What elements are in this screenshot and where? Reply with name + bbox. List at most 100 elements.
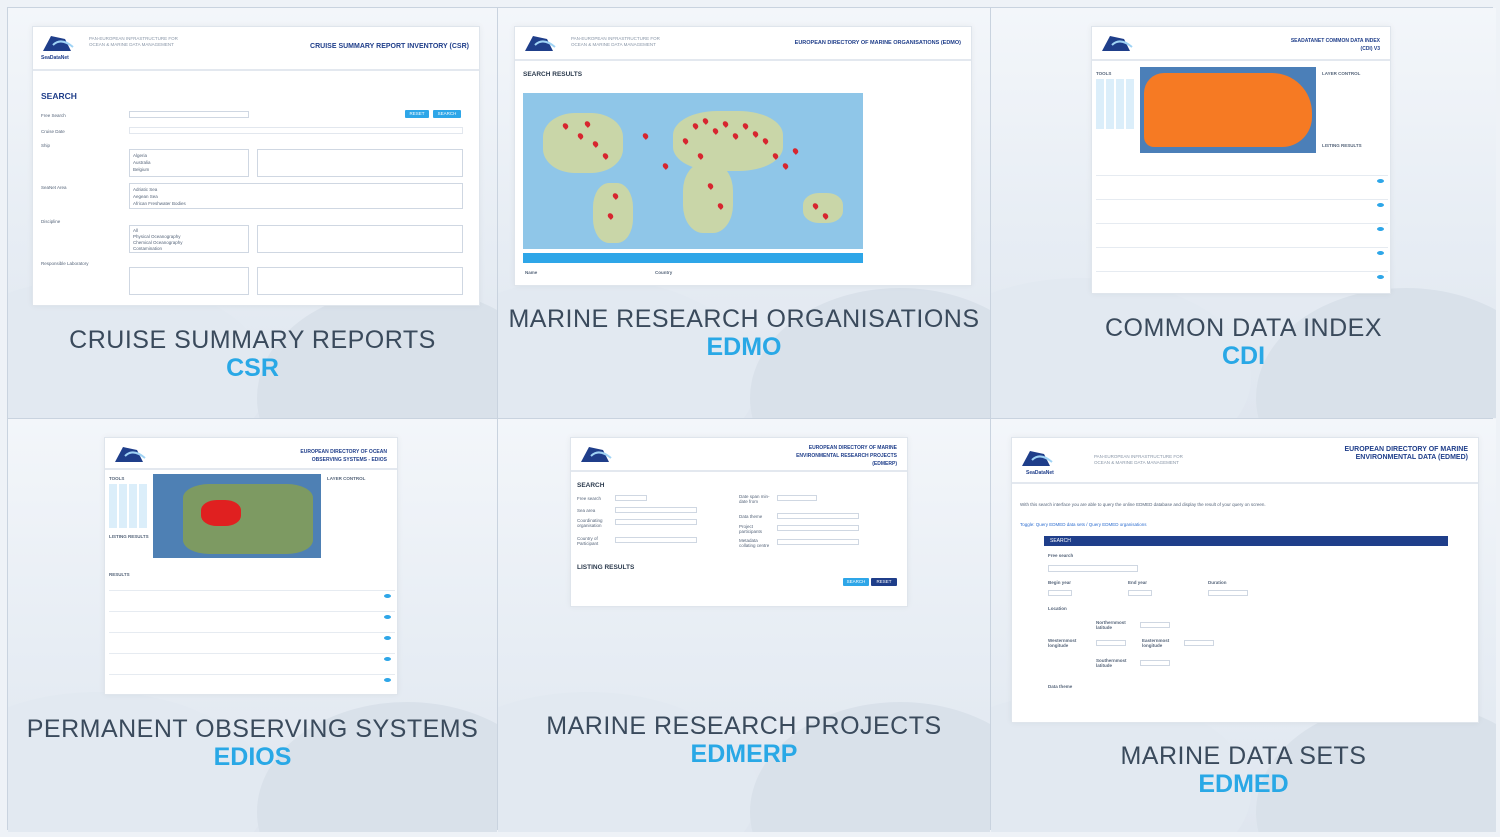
- edmo-screenshot: PAN-EUROPEAN INFRASTRUCTURE FOR OCEAN & …: [514, 26, 972, 286]
- tile-edmerp[interactable]: EUROPEAN DIRECTORY OF MARINE ENVIRONMENT…: [498, 419, 990, 832]
- edmerp-participants-select[interactable]: [777, 525, 859, 531]
- area-option[interactable]: African Freshwater Bodies: [133, 201, 186, 206]
- edmed-begin-year-select[interactable]: [1048, 590, 1072, 596]
- area-option[interactable]: Adriatic Sea: [133, 187, 157, 192]
- cdi-data-map[interactable]: [1140, 67, 1316, 153]
- edmed-search-bar: SEARCH: [1044, 536, 1448, 546]
- edios-europe-map[interactable]: [153, 474, 321, 558]
- cdi-layer-control-label: LAYER CONTROL: [1322, 71, 1361, 76]
- edmed-free-search-input[interactable]: [1048, 565, 1138, 572]
- edmed-data-theme-label: Data theme: [1048, 684, 1073, 689]
- csr-search-button[interactable]: SEARCH: [433, 110, 461, 118]
- edmo-name-column: Name: [525, 270, 538, 275]
- tile-csr[interactable]: SeaDataNet PAN-EUROPEAN INFRASTRUCTURE F…: [8, 8, 497, 418]
- cdi-tools-grid[interactable]: [1096, 79, 1136, 129]
- table-row[interactable]: [109, 674, 395, 675]
- csr-area-list[interactable]: Adriatic Sea Aegean Sea African Freshwat…: [129, 183, 463, 209]
- country-option[interactable]: Australia: [133, 160, 151, 165]
- tile-cdi[interactable]: SEADATANET COMMON DATA INDEX (CDI) V3 TO…: [991, 8, 1496, 418]
- view-eye-icon[interactable]: [384, 594, 391, 598]
- edmerp-centre-select[interactable]: [777, 539, 859, 545]
- tile-code[interactable]: CSR: [8, 354, 497, 382]
- tile-title: MARINE RESEARCH PROJECTS: [546, 712, 942, 740]
- edmerp-coord-org-select[interactable]: [615, 519, 697, 525]
- tile-code[interactable]: EDMO: [498, 333, 990, 361]
- table-row[interactable]: [109, 632, 395, 633]
- edmed-end-year-select[interactable]: [1128, 590, 1152, 596]
- view-eye-icon[interactable]: [1377, 275, 1384, 279]
- map-pin-icon[interactable]: [781, 162, 790, 170]
- edios-layer-control-label: LAYER CONTROL: [327, 476, 366, 481]
- edmed-north-input[interactable]: [1140, 622, 1170, 628]
- tile-code[interactable]: EDMERP: [498, 740, 990, 768]
- group-option[interactable]: Physical Oceanography: [133, 234, 181, 239]
- table-row[interactable]: [1096, 247, 1388, 248]
- tile-code[interactable]: EDIOS: [8, 743, 497, 771]
- edios-page-title: EUROPEAN DIRECTORY OF OCEAN OBSERVING SY…: [300, 449, 387, 463]
- edmerp-listing-heading: LISTING RESULTS: [577, 564, 635, 571]
- view-eye-icon[interactable]: [1377, 251, 1384, 255]
- country-option[interactable]: Algeria: [133, 153, 147, 158]
- map-pin-icon[interactable]: [791, 147, 800, 155]
- cdi-results-table: [1096, 167, 1388, 291]
- edmerp-sea-area-select[interactable]: [615, 507, 697, 513]
- table-row[interactable]: [109, 590, 395, 591]
- edmerp-theme-select[interactable]: [777, 513, 859, 519]
- csr-datatype-list[interactable]: [257, 225, 463, 253]
- view-eye-icon[interactable]: [384, 615, 391, 619]
- edmerp-date-input[interactable]: [777, 495, 817, 501]
- table-row[interactable]: [1096, 223, 1388, 224]
- edmo-header: PAN-EUROPEAN INFRASTRUCTURE FOR OCEAN & …: [515, 27, 971, 61]
- view-eye-icon[interactable]: [384, 678, 391, 682]
- view-eye-icon[interactable]: [1377, 227, 1384, 231]
- edmo-country-column: Country: [655, 270, 673, 275]
- edios-tools-grid[interactable]: [109, 484, 149, 528]
- table-row[interactable]: [109, 611, 395, 612]
- edmo-result-bar[interactable]: [523, 253, 863, 263]
- view-eye-icon[interactable]: [384, 636, 391, 640]
- tile-edmo[interactable]: PAN-EUROPEAN INFRASTRUCTURE FOR OCEAN & …: [498, 8, 990, 418]
- edmed-north-label: Northernmost latitude: [1096, 620, 1126, 630]
- table-row[interactable]: [1096, 175, 1388, 176]
- edmed-east-input[interactable]: [1184, 640, 1214, 646]
- table-row[interactable]: [1096, 271, 1388, 272]
- edmerp-free-search-input[interactable]: [615, 495, 647, 501]
- csr-lab-label: Responsible Laboratory: [41, 261, 89, 266]
- edmed-duration-select[interactable]: [1208, 590, 1248, 596]
- csr-ship-list[interactable]: [257, 149, 463, 177]
- table-row[interactable]: [109, 653, 395, 654]
- country-option[interactable]: Belgium: [133, 167, 149, 172]
- seadatanet-logo-icon: [581, 447, 612, 462]
- csr-group-list[interactable]: All Physical Oceanography Chemical Ocean…: [129, 225, 249, 253]
- map-pin-icon[interactable]: [661, 162, 670, 170]
- csr-institute-list[interactable]: [257, 267, 463, 295]
- edmed-intro-text: With this search interface you are able …: [1020, 502, 1266, 507]
- edmerp-reset-button[interactable]: RESET: [871, 578, 897, 586]
- edmed-west-input[interactable]: [1096, 640, 1126, 646]
- area-option[interactable]: Aegean Sea: [133, 194, 158, 199]
- edmerp-search-button[interactable]: SEARCH: [843, 578, 869, 586]
- csr-lab-country-list[interactable]: [129, 267, 249, 295]
- edmed-south-input[interactable]: [1140, 660, 1170, 666]
- edmo-world-map[interactable]: [523, 93, 863, 249]
- view-eye-icon[interactable]: [1377, 179, 1384, 183]
- group-option[interactable]: Chemical Oceanography: [133, 240, 183, 245]
- edmerp-country-select[interactable]: [615, 537, 697, 543]
- csr-country-list[interactable]: Algeria Australia Belgium: [129, 149, 249, 177]
- tile-code[interactable]: CDI: [991, 342, 1496, 370]
- view-eye-icon[interactable]: [384, 657, 391, 661]
- csr-date-selectors[interactable]: [129, 127, 463, 134]
- group-option[interactable]: All: [133, 228, 138, 233]
- tile-code[interactable]: EDMED: [991, 770, 1496, 798]
- map-pin-icon[interactable]: [641, 132, 650, 140]
- group-option[interactable]: Contamination: [133, 246, 162, 251]
- seadatanet-logo-icon: [1102, 36, 1133, 51]
- tile-edmed[interactable]: SeaDataNet PAN-EUROPEAN INFRASTRUCTURE F…: [991, 419, 1496, 832]
- edmerp-screenshot: EUROPEAN DIRECTORY OF MARINE ENVIRONMENT…: [570, 437, 908, 607]
- tile-edios[interactable]: EUROPEAN DIRECTORY OF OCEAN OBSERVING SY…: [8, 419, 497, 832]
- csr-free-search-input[interactable]: [129, 111, 249, 118]
- table-row[interactable]: [1096, 199, 1388, 200]
- csr-reset-button[interactable]: RESET: [405, 110, 429, 118]
- edmed-toggle[interactable]: Toggle: Query EDMED data sets / Query ED…: [1020, 522, 1147, 527]
- view-eye-icon[interactable]: [1377, 203, 1384, 207]
